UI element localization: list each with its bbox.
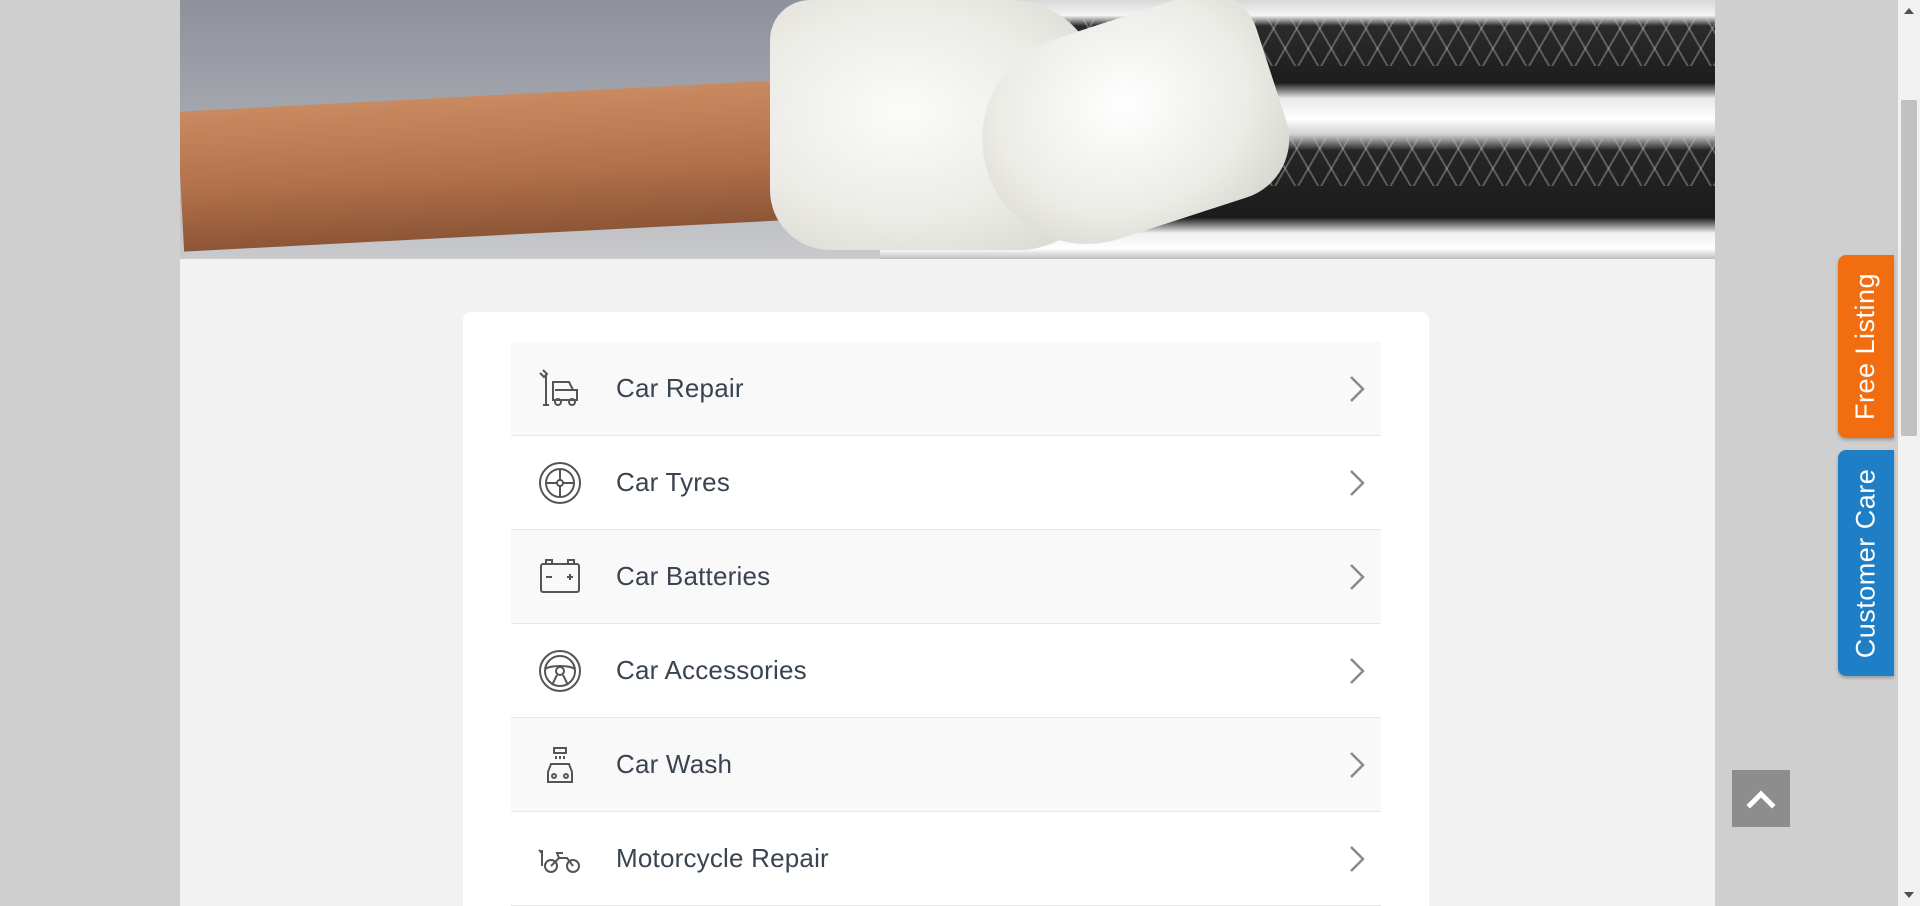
category-item-motorcycle-repair[interactable]: Motorcycle Repair: [511, 812, 1381, 906]
customer-care-label: Customer Care: [1850, 468, 1881, 658]
chevron-right-icon: [1350, 752, 1365, 778]
category-item-car-wash[interactable]: Car Wash: [511, 718, 1381, 812]
vertical-scrollbar[interactable]: [1898, 0, 1920, 906]
motorcycle-repair-icon: [537, 836, 583, 882]
category-label: Car Tyres: [616, 467, 731, 497]
category-item-car-accessories[interactable]: Car Accessories: [511, 624, 1381, 718]
category-item-car-repair[interactable]: Car Repair: [511, 342, 1381, 436]
arm-graphic: [180, 78, 824, 252]
car-wash-icon: [537, 742, 583, 788]
free-listing-label: Free Listing: [1850, 272, 1881, 421]
scroll-to-top-button[interactable]: [1732, 770, 1790, 827]
category-label: Car Wash: [616, 749, 733, 779]
category-item-car-tyres[interactable]: Car Tyres: [511, 436, 1381, 530]
chevron-right-icon: [1350, 376, 1365, 402]
category-label: Motorcycle Repair: [616, 843, 829, 873]
category-list: Car Repair Car Tyres Car Batteries Car A…: [511, 342, 1381, 906]
free-listing-tab[interactable]: Free Listing: [1838, 255, 1894, 438]
chevron-right-icon: [1350, 564, 1365, 590]
category-label: Car Accessories: [616, 655, 807, 685]
page-content: Car Repair Car Tyres Car Batteries Car A…: [180, 0, 1715, 906]
scrollbar-thumb[interactable]: [1901, 100, 1917, 436]
car-repair-icon: [537, 366, 583, 412]
category-card: Car Repair Car Tyres Car Batteries Car A…: [463, 312, 1429, 906]
category-label: Car Batteries: [616, 561, 771, 591]
steering-wheel-icon: [537, 648, 583, 694]
chevron-right-icon: [1350, 470, 1365, 496]
customer-care-tab[interactable]: Customer Care: [1838, 450, 1894, 676]
hero-banner-image: [180, 0, 1715, 259]
category-label: Car Repair: [616, 373, 744, 403]
chevron-right-icon: [1350, 846, 1365, 872]
scroll-up-arrow-icon[interactable]: [1904, 8, 1914, 14]
category-item-car-batteries[interactable]: Car Batteries: [511, 530, 1381, 624]
chevron-right-icon: [1350, 658, 1365, 684]
chevron-up-icon: [1746, 789, 1776, 809]
tyre-icon: [537, 460, 583, 506]
battery-icon: [537, 554, 583, 600]
scroll-down-arrow-icon[interactable]: [1904, 892, 1914, 898]
